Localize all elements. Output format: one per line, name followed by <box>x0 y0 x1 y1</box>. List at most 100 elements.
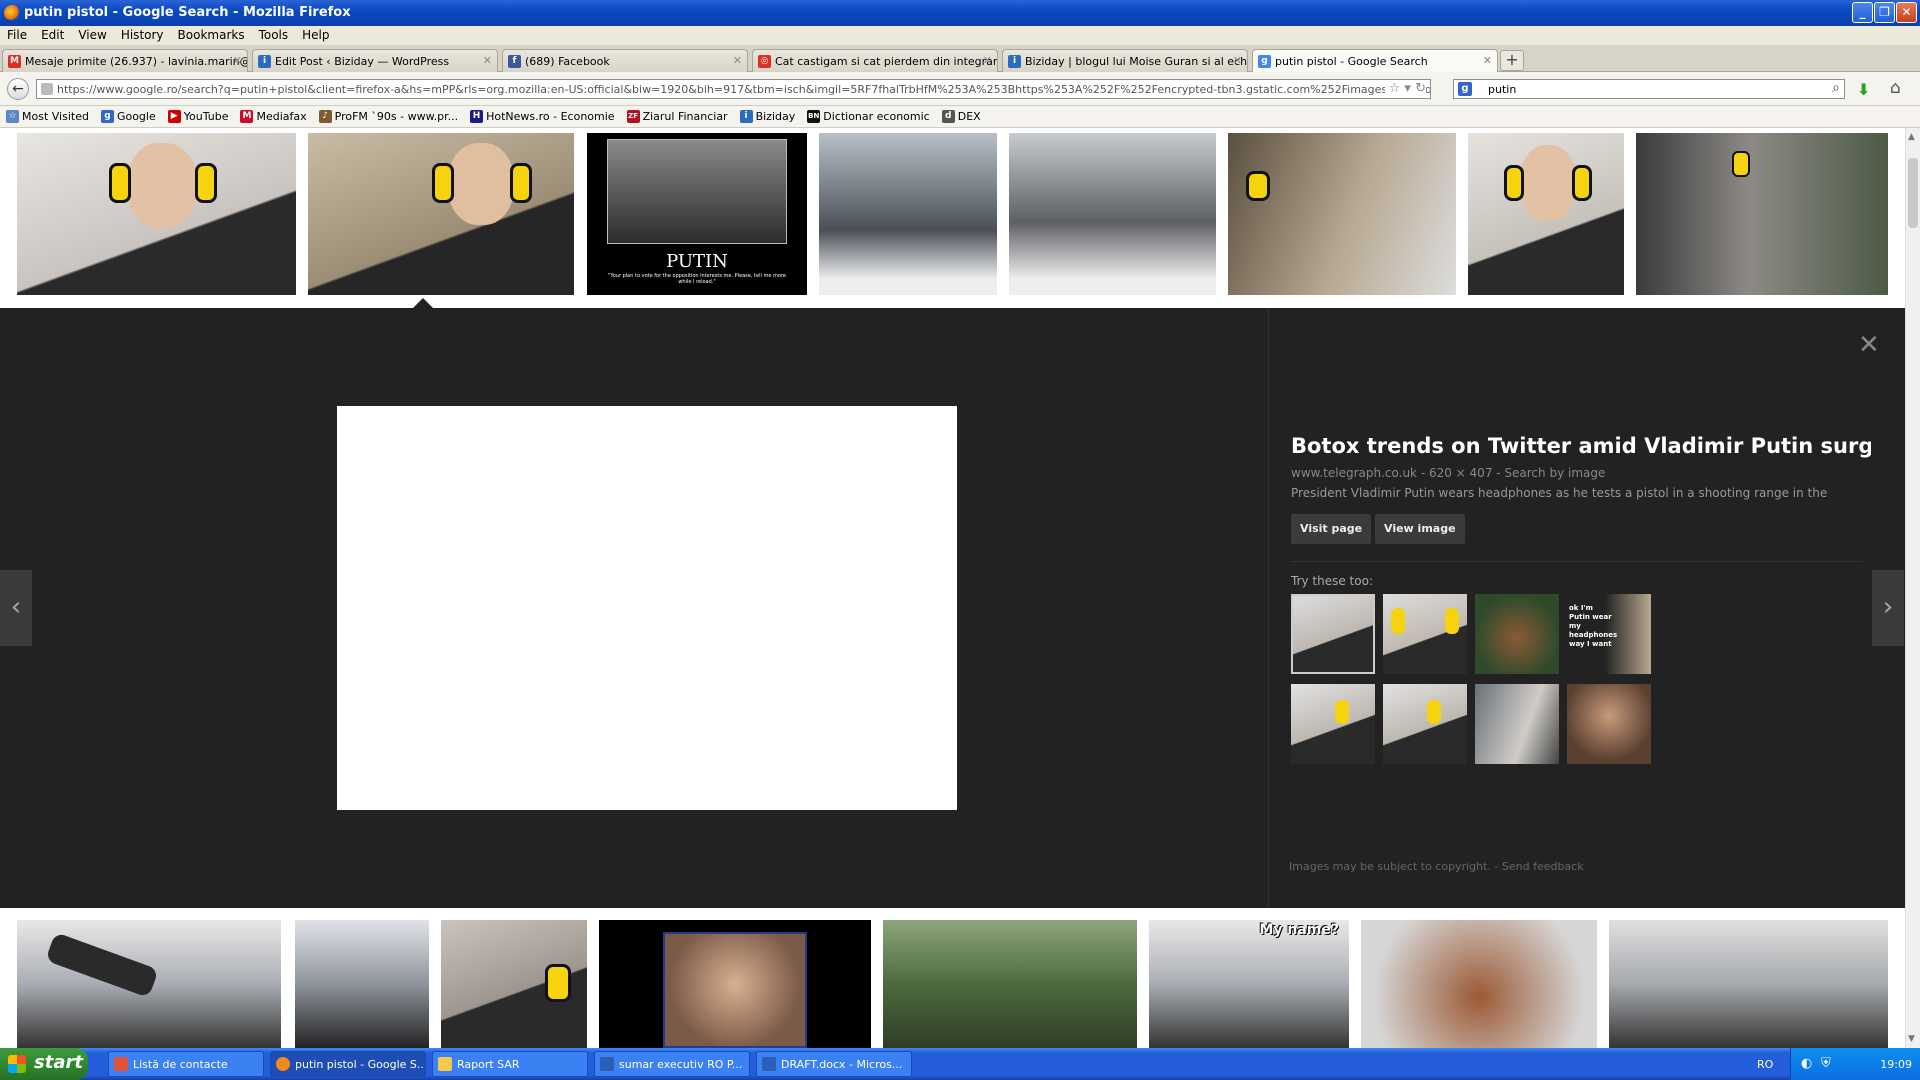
visit-page-button[interactable]: Visit page <box>1291 514 1372 544</box>
related-image[interactable] <box>1475 684 1559 764</box>
bookmark-label: ProFM `90s - www.pr... <box>334 110 459 123</box>
menu-view[interactable]: View <box>71 26 113 44</box>
tab-close-icon[interactable]: ✕ <box>733 54 742 67</box>
related-image[interactable] <box>1291 594 1375 674</box>
hotnews-icon: H <box>470 110 484 123</box>
previous-image-button[interactable]: ‹ <box>0 570 32 646</box>
tab-close-icon[interactable]: ✕ <box>483 54 492 67</box>
reload-icon[interactable]: ↻ <box>1415 81 1426 96</box>
tab-biziday[interactable]: i Biziday | blogul lui Moise Guran si al… <box>1002 49 1248 72</box>
view-image-button[interactable]: View image <box>1375 514 1465 544</box>
result-thumbnail[interactable] <box>441 920 587 1048</box>
bookmark-dictionar[interactable]: BN Dictionar economic <box>805 106 935 128</box>
scrollbar-thumb[interactable] <box>1908 158 1918 228</box>
task-label: Listă de contacte <box>133 1058 228 1071</box>
tab-bar: M Mesaje primite (26.937) - lavinia.mari… <box>0 46 1920 73</box>
close-button[interactable]: ✕ <box>1896 2 1917 23</box>
result-thumbnail[interactable] <box>883 920 1137 1048</box>
home-icon[interactable]: ⌂ <box>1890 78 1901 98</box>
tab-gmail[interactable]: M Mesaje primite (26.937) - lavinia.mari… <box>2 49 248 72</box>
security-icon[interactable]: ⛨ <box>1821 1056 1831 1071</box>
preview-title[interactable]: Botox trends on Twitter amid Vladimir Pu… <box>1291 434 1871 458</box>
tab-close-icon[interactable]: ✕ <box>1233 54 1242 67</box>
tab-article[interactable]: ◎ Cat castigam si cat pierdem din integr… <box>752 49 998 72</box>
related-image[interactable] <box>1383 684 1467 764</box>
tab-label: Cat castigam si cat pierdem din integrar… <box>775 55 998 68</box>
next-image-button[interactable]: › <box>1872 570 1904 646</box>
bookmark-mediafax[interactable]: M Mediafax <box>238 106 312 128</box>
result-thumbnail[interactable] <box>295 920 429 1048</box>
menu-bookmarks[interactable]: Bookmarks <box>171 26 252 44</box>
bookmark-hotnews[interactable]: H HotNews.ro - Economie <box>468 106 620 128</box>
biziday-icon: i <box>258 55 271 68</box>
folder-icon <box>438 1057 452 1071</box>
scroll-down-icon[interactable]: ▼ <box>1908 1034 1915 1044</box>
related-image[interactable]: ok I'm Putin wear my headphones way I wa… <box>1567 594 1651 674</box>
result-thumbnail[interactable] <box>17 920 281 1048</box>
bookmark-most-visited[interactable]: ☆ Most Visited <box>4 106 95 128</box>
taskbar-item-firefox[interactable]: putin pistol - Google S... <box>270 1051 426 1077</box>
url-bar[interactable]: https://www.google.ro/search?q=putin+pis… <box>36 79 1431 99</box>
search-input[interactable]: putin <box>1488 83 1516 96</box>
tab-google-search[interactable]: g putin pistol - Google Search ✕ <box>1252 49 1498 73</box>
result-thumbnail[interactable]: PUTIN "Your plan to vote for the opposit… <box>587 133 807 295</box>
tab-facebook[interactable]: f (689) Facebook ✕ <box>502 49 748 72</box>
bookmark-ziarul-financiar[interactable]: ZF Ziarul Financiar <box>625 106 734 128</box>
search-engine-icon[interactable]: g <box>1458 82 1472 96</box>
close-preview-icon[interactable]: ✕ <box>1858 330 1880 360</box>
result-thumbnail[interactable] <box>1609 920 1888 1048</box>
mediafax-icon: M <box>240 110 254 123</box>
clock[interactable]: 19:09 <box>1880 1058 1912 1071</box>
menu-file[interactable]: File <box>0 26 34 44</box>
back-button[interactable]: ← <box>7 78 29 100</box>
dropdown-icon[interactable]: ▾ <box>1404 81 1411 96</box>
tab-close-icon[interactable]: ✕ <box>983 54 992 67</box>
taskbar-item-folder[interactable]: Raport SAR <box>432 1051 588 1077</box>
network-icon[interactable]: ◐ <box>1801 1056 1812 1071</box>
menu-history[interactable]: History <box>114 26 171 44</box>
bookmark-star-icon[interactable]: ☆ <box>1389 81 1401 96</box>
result-thumbnail[interactable] <box>599 920 871 1048</box>
scroll-up-icon[interactable]: ▲ <box>1908 132 1915 142</box>
result-thumbnail[interactable] <box>1636 133 1888 295</box>
tab-close-icon[interactable]: ✕ <box>233 54 242 67</box>
result-thumbnail[interactable] <box>17 133 296 295</box>
start-label: start <box>34 1052 83 1073</box>
taskbar-item-word-draft[interactable]: DRAFT.docx - Micros... <box>756 1051 912 1077</box>
menu-tools[interactable]: Tools <box>252 26 296 44</box>
bookmark-dex[interactable]: d DEX <box>940 106 987 128</box>
result-thumbnail[interactable] <box>1468 133 1624 295</box>
tab-close-icon[interactable]: ✕ <box>1483 54 1492 67</box>
related-image[interactable] <box>1475 594 1559 674</box>
result-thumbnail-selected[interactable] <box>308 133 574 295</box>
bookmark-profm[interactable]: ♪ ProFM `90s - www.pr... <box>317 106 464 128</box>
site-identity-icon[interactable] <box>41 83 53 95</box>
result-thumbnail[interactable]: My name? <box>1149 920 1349 1048</box>
maximize-button[interactable]: ❐ <box>1874 2 1895 23</box>
search-icon[interactable]: ⌕ <box>1832 80 1840 96</box>
taskbar-item-word-summary[interactable]: sumar executiv RO P... <box>594 1051 750 1077</box>
new-tab-button[interactable]: + <box>1500 50 1524 71</box>
language-indicator[interactable]: RO <box>1757 1058 1773 1071</box>
copyright-notice[interactable]: Images may be subject to copyright. - Se… <box>1289 860 1584 873</box>
taskbar-item-contacts[interactable]: Listă de contacte <box>108 1051 264 1077</box>
minimize-button[interactable]: _ <box>1852 2 1873 23</box>
result-thumbnail[interactable] <box>1361 920 1597 1048</box>
vertical-scrollbar[interactable]: ▲ ▼ <box>1905 128 1920 1048</box>
bookmark-google[interactable]: g Google <box>99 106 162 128</box>
menu-edit[interactable]: Edit <box>34 26 71 44</box>
related-image[interactable] <box>1291 684 1375 764</box>
download-icon[interactable]: ⬇ <box>1857 80 1870 99</box>
related-image[interactable] <box>1567 684 1651 764</box>
preview-image[interactable] <box>337 406 957 810</box>
bookmark-biziday[interactable]: i Biziday <box>738 106 802 128</box>
related-image[interactable] <box>1383 594 1467 674</box>
tab-wordpress[interactable]: i Edit Post ‹ Biziday — WordPress ✕ <box>252 49 498 72</box>
result-thumbnail[interactable] <box>1228 133 1456 295</box>
search-bar[interactable]: g putin ⌕ <box>1453 79 1845 99</box>
menu-help[interactable]: Help <box>295 26 336 44</box>
result-thumbnail[interactable] <box>819 133 997 295</box>
result-thumbnail[interactable] <box>1009 133 1216 295</box>
start-button[interactable]: start <box>0 1048 88 1080</box>
bookmark-youtube[interactable]: ▶ YouTube <box>166 106 235 128</box>
